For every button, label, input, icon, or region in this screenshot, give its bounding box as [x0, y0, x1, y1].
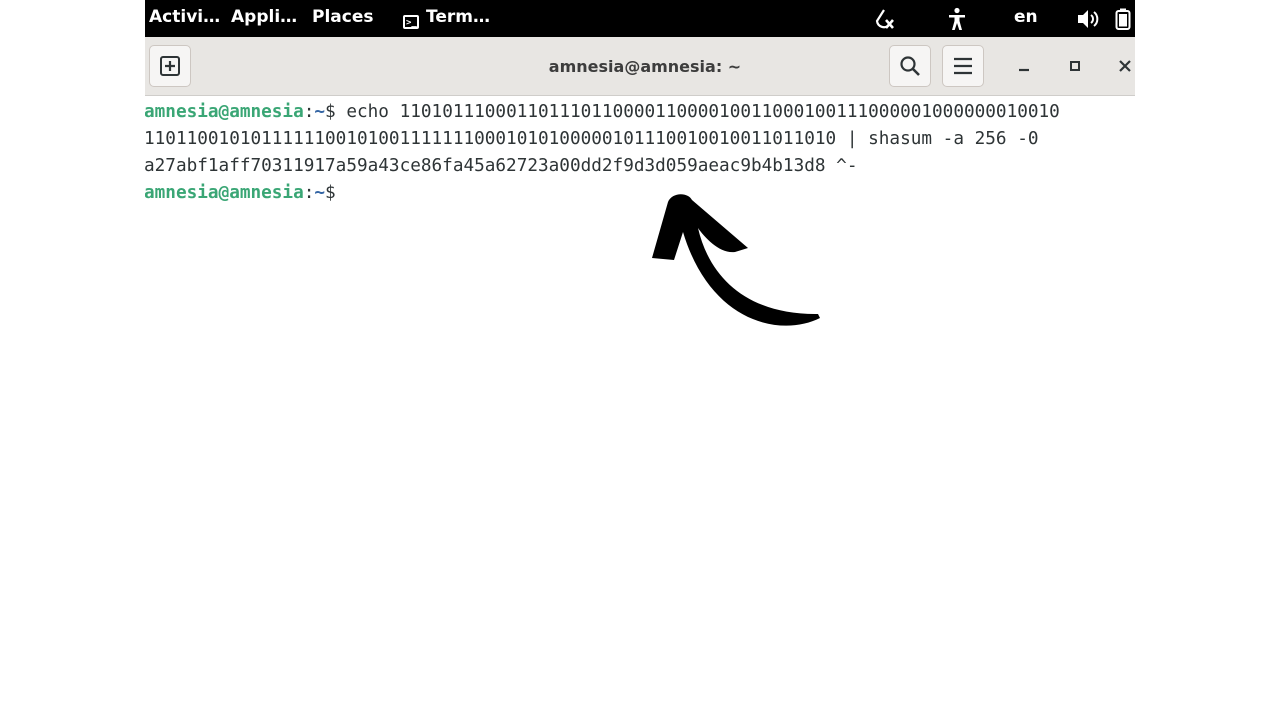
network-off-icon[interactable]: [871, 0, 897, 37]
minimize-button[interactable]: [1003, 45, 1045, 87]
terminal-headerbar: amnesia@amnesia: ~: [145, 37, 1135, 96]
minimize-icon: [1019, 68, 1029, 72]
accessibility-icon[interactable]: [945, 0, 969, 37]
command-line-1: amnesia@amnesia:~$ echo 1101011100011011…: [145, 99, 1060, 126]
search-icon: [900, 56, 920, 76]
top-panel: Activi… Appli… Places >_ Term… en: [145, 0, 1135, 37]
prompt-colon: :: [303, 102, 315, 122]
prompt-user: amnesia@amnesia: [145, 183, 304, 203]
menu-icon: [954, 57, 972, 75]
places-menu[interactable]: Places: [312, 0, 373, 37]
window-title: amnesia@amnesia: ~: [548, 57, 742, 76]
command-line-2: 1101100101011111100101001111111000101010…: [145, 129, 1039, 149]
terminal-icon: >_: [403, 15, 419, 29]
prompt-colon: :: [303, 183, 315, 203]
keyboard-layout-indicator[interactable]: en: [1014, 0, 1038, 37]
prompt-symbol: $: [325, 102, 336, 122]
volume-icon[interactable]: [1075, 0, 1101, 37]
activities-button[interactable]: Activi…: [149, 0, 220, 37]
command-text-part-1: echo 11010111000110111011000011000010011…: [335, 102, 1060, 122]
close-button[interactable]: [1104, 45, 1135, 87]
terminal-output[interactable]: amnesia@amnesia:~$ echo 1101011100011011…: [145, 96, 1135, 720]
annotation-arrow-icon: [652, 194, 820, 326]
command-line-prompt: amnesia@amnesia:~$: [145, 180, 336, 207]
terminal-task-label: Term…: [426, 7, 490, 27]
close-icon: [1119, 60, 1131, 72]
prompt-path: ~: [314, 102, 326, 122]
menu-button[interactable]: [942, 45, 984, 87]
maximize-button[interactable]: [1054, 45, 1096, 87]
maximize-icon: [1070, 61, 1080, 71]
desktop-screen: Activi… Appli… Places >_ Term… en amnesi…: [145, 0, 1135, 720]
search-button[interactable]: [889, 45, 931, 87]
applications-menu[interactable]: Appli…: [231, 0, 297, 37]
hash-output-line: a27abf1aff70311917a59a43ce86fa45a62723a0…: [145, 156, 858, 176]
battery-icon[interactable]: [1113, 0, 1133, 37]
prompt-user: amnesia@amnesia: [145, 102, 304, 122]
terminal-taskbar-button[interactable]: >_ Term…: [403, 0, 490, 37]
prompt-symbol: $: [325, 183, 336, 203]
prompt-path: ~: [314, 183, 326, 203]
